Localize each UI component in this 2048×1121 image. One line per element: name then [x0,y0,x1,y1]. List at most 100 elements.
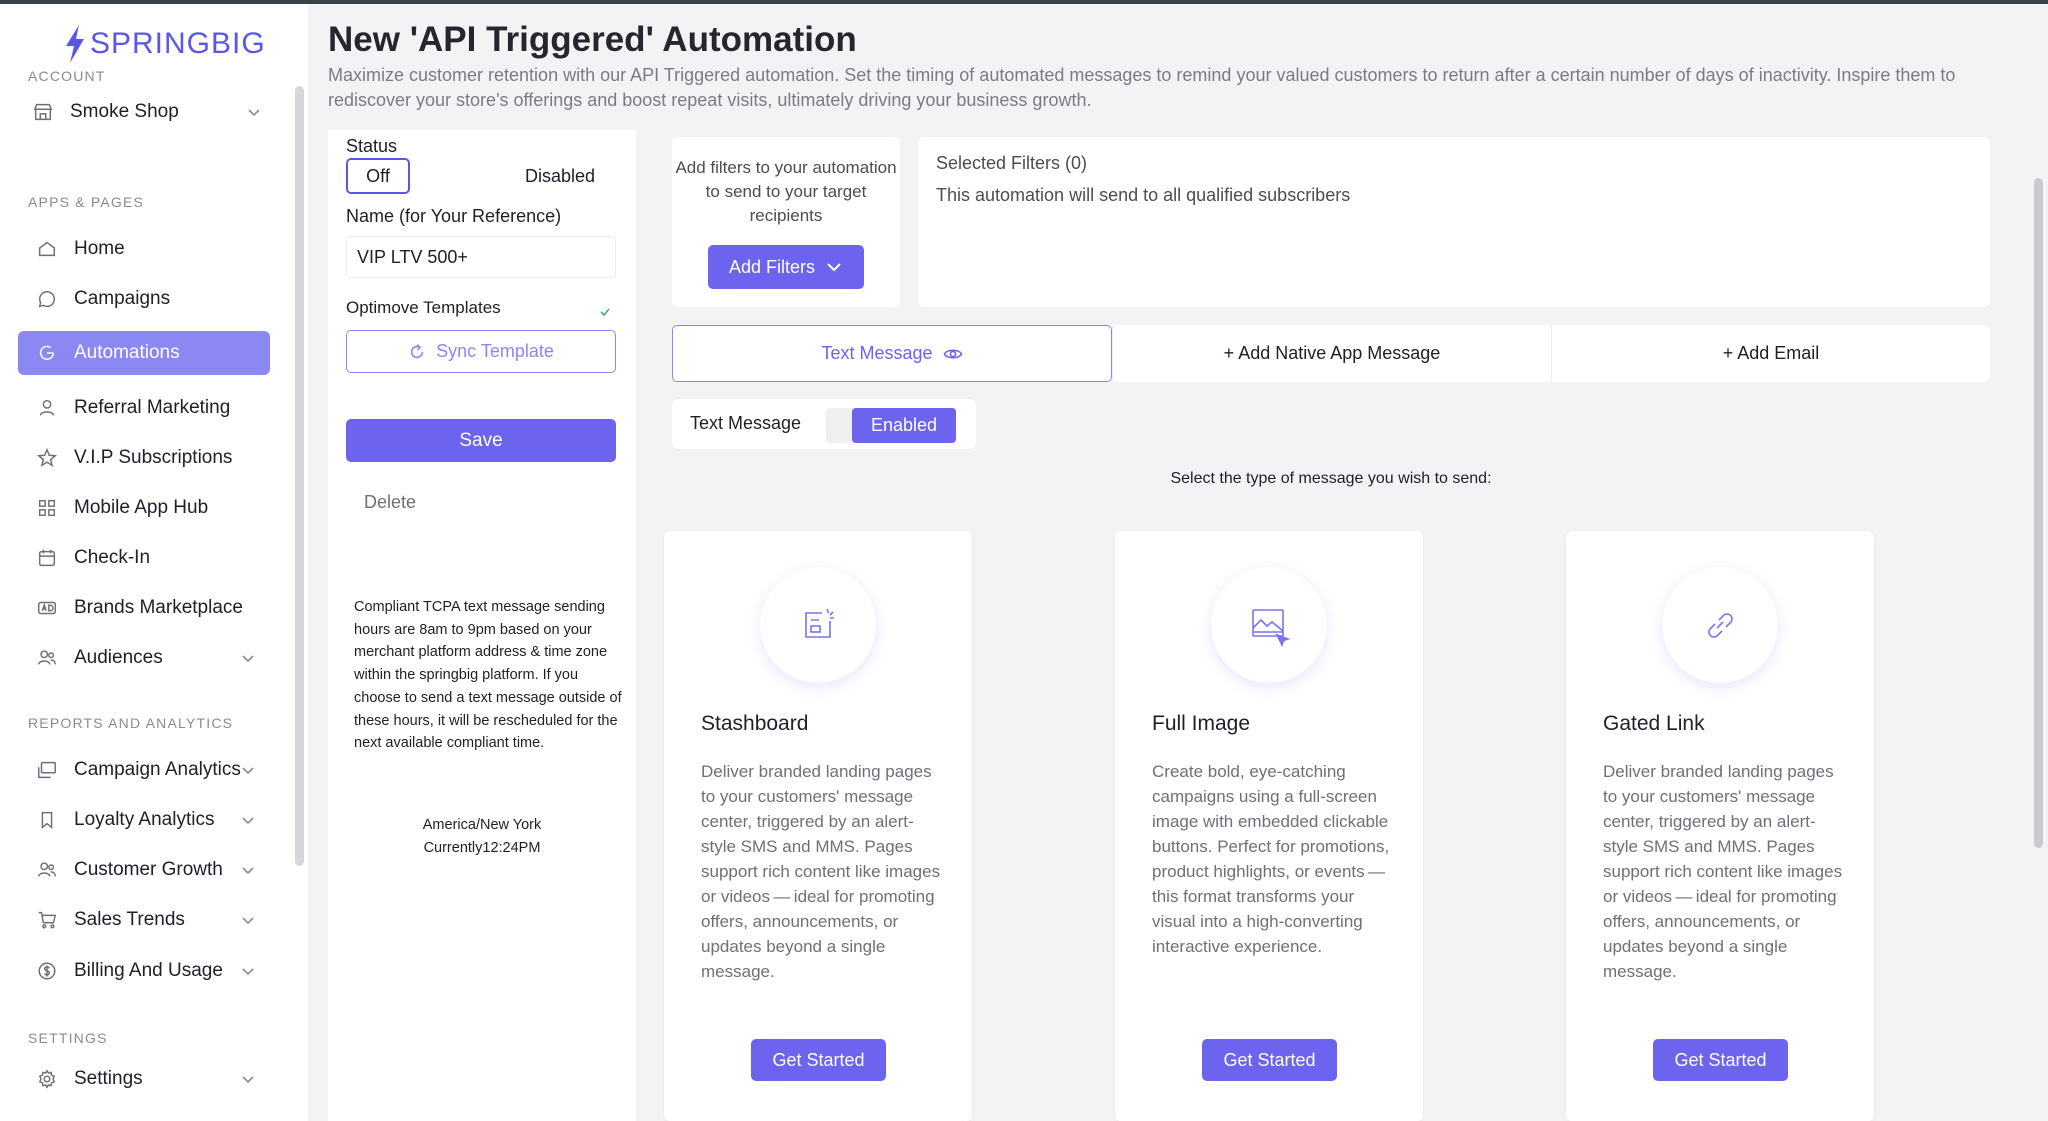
sidebar-item-label: Loyalty Analytics [74,809,215,830]
card-stashboard: Stashboard Deliver branded landing pages… [664,531,972,1121]
sidebar-item-label: V.I.P Subscriptions [74,447,233,468]
chat-icon [36,288,58,310]
get-started-button[interactable]: Get Started [1202,1039,1337,1081]
tab-text-message[interactable]: Text Message [672,325,1112,382]
sidebar-item-label: Settings [74,1068,143,1089]
sidebar-item-home[interactable]: Home [18,227,270,271]
name-input[interactable]: VIP LTV 500+ [346,236,616,278]
main-scrollbar[interactable] [2034,178,2043,848]
sync-template-button[interactable]: Sync Template [346,330,616,373]
sidebar-item-audiences[interactable]: Audiences [18,636,270,680]
page-title: New 'API Triggered' Automation [328,20,857,59]
text-message-toggle-row: Text Message Enabled [672,399,976,449]
tab-label: Text Message [821,343,933,363]
calendar-icon [36,547,58,569]
chevron-down-icon[interactable] [240,1071,256,1087]
sidebar-item-sales-trends[interactable]: Sales Trends [18,898,270,942]
automation-icon [36,342,58,364]
users-icon [36,647,58,669]
selected-filters-title: Selected Filters (0) [936,153,1088,173]
filter-prompt: Add filters to your automation to send t… [675,158,897,225]
status-label: Status [346,136,398,156]
brand-logo[interactable]: SPRINGBIG [62,24,266,64]
card-title: Full Image [1152,712,1251,735]
store-selector[interactable]: Smoke Shop [18,90,270,134]
sidebar-item-referral-marketing[interactable]: Referral Marketing [18,386,270,430]
store-label: Smoke Shop [70,101,179,122]
analytics-icon [36,759,58,781]
grid-icon [36,497,58,519]
sidebar-item-label: Campaign Analytics [74,759,241,780]
get-started-button[interactable]: Get Started [1653,1039,1788,1081]
message-tabs: Text Message + Add Native App Message + … [672,325,1990,382]
sidebar-item-campaign-analytics[interactable]: Campaign Analytics [18,748,270,792]
chevron-down-icon[interactable] [246,104,262,120]
selected-filters-description: This automation will send to all qualifi… [936,185,1351,205]
sidebar-item-customer-growth[interactable]: Customer Growth [18,848,270,892]
check-icon [600,308,610,317]
sidebar-item-settings[interactable]: Settings [18,1057,270,1101]
sidebar-item-campaigns[interactable]: Campaigns [18,277,270,321]
sidebar-item-label: Audiences [74,647,163,668]
chevron-down-icon[interactable] [240,912,256,928]
chevron-down-icon[interactable] [240,963,256,979]
sidebar-item-label: Referral Marketing [74,397,231,418]
sidebar-item-label: Customer Growth [74,859,223,880]
star-icon [36,447,58,469]
toggle-enabled-state: Enabled [852,408,956,443]
current-time: Currently12:24PM [423,839,541,856]
tab-add-email[interactable]: + Add Email [1551,325,1990,382]
sidebar-item-vip-subscriptions[interactable]: V.I.P Subscriptions [18,436,270,480]
automation-form-panel: Status Off Disabled Name (for Your Refer… [328,130,636,1121]
status-value: Disabled [525,166,596,186]
sidebar-item-automations[interactable]: Automations [18,331,270,375]
sidebar-item-loyalty-analytics[interactable]: Loyalty Analytics [18,798,270,842]
message-type-prompt: Select the type of message you wish to s… [1170,470,1492,487]
sidebar-item-label: Billing And Usage [74,960,223,981]
section-label-account: ACCOUNT [28,68,106,84]
chevron-down-icon [827,263,841,272]
loyalty-icon [36,809,58,831]
ad-icon [36,597,58,619]
sidebar-item-billing-and-usage[interactable]: Billing And Usage [18,949,270,993]
chevron-down-icon[interactable] [240,862,256,878]
sidebar-item-label: Sales Trends [74,909,185,930]
card-description: Deliver branded landing pages to your cu… [1603,762,1843,981]
status-toggle[interactable]: Off [346,158,410,194]
home-icon [36,238,58,260]
chevron-down-icon[interactable] [240,812,256,828]
chevron-down-icon[interactable] [240,650,256,666]
text-message-label: Text Message [690,413,802,433]
timezone-name: America/New York [422,817,542,833]
user-icon [36,397,58,419]
add-filters-label: Add Filters [728,256,816,277]
sidebar-item-label: Brands Marketplace [74,597,243,618]
sidebar-scrollbar[interactable] [295,86,304,866]
sidebar-item-brands-marketplace[interactable]: Brands Marketplace [18,586,270,630]
sidebar-item-label: Automations [74,342,180,363]
sync-template-label: Sync Template [436,341,554,361]
sidebar-item-label: Check-In [74,547,151,568]
sidebar-item-label: Mobile App Hub [74,497,209,518]
delete-button[interactable]: Delete [364,492,416,513]
card-title: Gated Link [1603,712,1705,735]
image-icon [1211,567,1327,683]
tab-add-native-app-message[interactable]: + Add Native App Message [1112,325,1551,382]
templates-label: Optimove Templates [346,298,501,317]
chevron-down-icon[interactable] [240,762,256,778]
brand-name: SPRINGBIG [90,27,266,60]
sidebar-item-mobile-app-hub[interactable]: Mobile App Hub [18,486,270,530]
sidebar: SPRINGBIG ACCOUNT Smoke Shop APPS & PAGE… [0,4,308,1121]
tcpa-note: Compliant TCPA text message sending hour… [354,599,622,752]
save-button[interactable]: Save [346,419,616,462]
sidebar-item-label: Home [74,238,125,259]
card-title: Stashboard [701,712,809,735]
bolt-icon [66,25,84,63]
add-filters-button[interactable]: Add Filters [708,245,864,289]
name-label: Name (for Your Reference) [346,206,562,226]
selected-filters-panel: Selected Filters (0) This automation wil… [918,137,1990,307]
sidebar-item-check-in[interactable]: Check-In [18,536,270,580]
get-started-button[interactable]: Get Started [751,1039,886,1081]
refresh-icon [410,343,424,358]
text-message-toggle[interactable]: Enabled [826,408,956,443]
